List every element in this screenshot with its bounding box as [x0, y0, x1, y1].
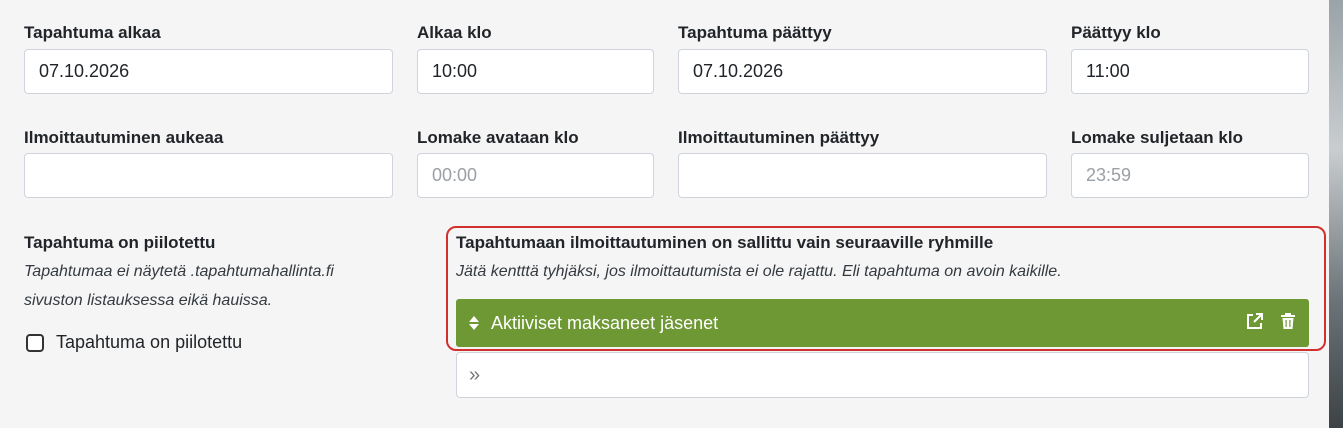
form-open-time-input[interactable]: 00:00 [417, 153, 654, 198]
registration-closes-date-input[interactable] [678, 153, 1047, 198]
form-close-time-label: Lomake suljetaan klo [1071, 128, 1243, 147]
event-start-date-input[interactable]: 07.10.2026 [24, 49, 393, 94]
event-end-date-input[interactable]: 07.10.2026 [678, 49, 1047, 94]
event-start-label: Tapahtuma alkaa [24, 23, 161, 42]
groups-description: Jätä kentttä tyhjäksi, jos ilmoittautumi… [456, 263, 1062, 280]
end-time-label: Päättyy klo [1071, 23, 1161, 42]
hidden-description-line1: Tapahtumaa ei näytetä .tapahtumahallinta… [24, 263, 334, 280]
hidden-title: Tapahtuma on piilotettu [24, 233, 216, 252]
event-end-label: Tapahtuma päättyy [678, 23, 832, 42]
form-open-time-label: Lomake avataan klo [417, 128, 579, 147]
hidden-checkbox-row[interactable]: Tapahtuma on piilotettu [26, 332, 242, 353]
external-link-icon[interactable] [1245, 311, 1265, 336]
group-search-input[interactable]: » [456, 352, 1309, 398]
hidden-checkbox[interactable] [26, 333, 44, 352]
registration-opens-label: Ilmoittautuminen aukeaa [24, 128, 224, 147]
groups-title: Tapahtumaan ilmoittautuminen on sallittu… [456, 233, 994, 252]
end-time-input[interactable]: 11:00 [1071, 49, 1309, 94]
group-item[interactable]: Aktiiviset maksaneet jäsenet [456, 299, 1309, 347]
form-close-time-input[interactable]: 23:59 [1071, 153, 1309, 198]
sort-handle-icon[interactable] [468, 313, 480, 333]
group-item-label: Aktiiviset maksaneet jäsenet [491, 312, 719, 333]
hidden-description-line2: sivuston listauksessa eikä hauissa. [24, 292, 273, 309]
hidden-checkbox-label[interactable]: Tapahtuma on piilotettu [56, 332, 242, 353]
trash-icon[interactable] [1279, 311, 1297, 336]
start-time-label: Alkaa klo [417, 23, 492, 42]
background-image-edge [1329, 0, 1343, 428]
registration-closes-label: Ilmoittautuminen päättyy [678, 128, 880, 147]
registration-opens-date-input[interactable] [24, 153, 393, 198]
start-time-input[interactable]: 10:00 [417, 49, 654, 94]
double-chevron-right-icon: » [469, 363, 481, 386]
